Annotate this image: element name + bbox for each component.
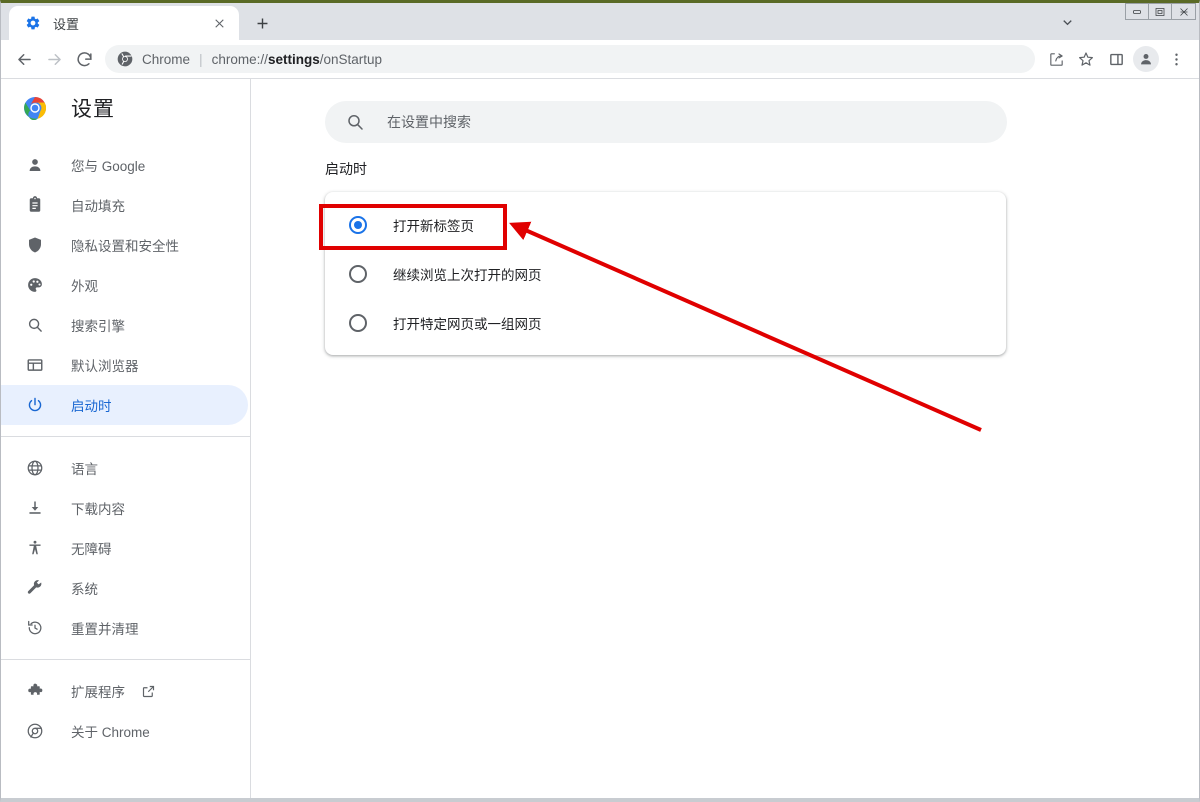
sidebar-item-label: 无障碍 — [71, 538, 112, 558]
sidebar-item-extensions[interactable]: 扩展程序 — [1, 671, 250, 711]
share-icon[interactable] — [1041, 44, 1071, 74]
minimize-icon[interactable] — [1126, 4, 1149, 19]
sidebar-item-label: 外观 — [71, 275, 98, 295]
three-dot-menu-icon[interactable] — [1161, 44, 1191, 74]
sidebar-item-privacy-security[interactable]: 隐私设置和安全性 — [1, 225, 250, 265]
forward-arrow-icon[interactable] — [39, 44, 69, 74]
browser-window: 设置 — [0, 0, 1200, 802]
settings-page: 设置 您与 Google — [1, 79, 1199, 798]
chrome-icon — [117, 51, 133, 67]
clipboard-icon — [25, 195, 45, 215]
profile-avatar-icon[interactable] — [1133, 46, 1159, 72]
sidebar-item-label: 您与 Google — [71, 155, 145, 175]
sidebar-divider-2 — [1, 659, 250, 660]
side-panel-icon[interactable] — [1101, 44, 1131, 74]
annotation-arrow-svg — [251, 79, 1199, 798]
startup-options-card: 打开新标签页 继续浏览上次打开的网页 打开特定网页或一组网页 — [325, 192, 1006, 355]
url-path: /onStartup — [320, 52, 382, 67]
sidebar-item-label: 重置并清理 — [71, 618, 139, 638]
puzzle-icon — [25, 681, 45, 701]
sidebar-item-on-startup[interactable]: 启动时 — [1, 385, 248, 425]
section-title: 启动时 — [325, 159, 367, 179]
sidebar-nav-group-3: 扩展程序 — [1, 671, 250, 751]
sidebar-item-label: 下载内容 — [71, 498, 125, 518]
sidebar-item-accessibility[interactable]: 无障碍 — [1, 528, 250, 568]
sidebar-item-label: 关于 Chrome — [71, 721, 150, 741]
browser-window-icon — [25, 355, 45, 375]
startup-option-specific-pages[interactable]: 打开特定网页或一组网页 — [325, 298, 1006, 347]
star-icon[interactable] — [1071, 44, 1101, 74]
globe-icon — [25, 458, 45, 478]
close-icon[interactable] — [1172, 4, 1195, 19]
settings-brand: 设置 — [1, 79, 250, 137]
sidebar-divider-1 — [1, 436, 250, 437]
radio-label: 继续浏览上次打开的网页 — [393, 264, 542, 284]
sidebar-item-downloads[interactable]: 下载内容 — [1, 488, 250, 528]
search-icon — [25, 315, 45, 335]
page-title: 设置 — [71, 93, 115, 123]
wrench-icon — [25, 578, 45, 598]
sidebar-item-languages[interactable]: 语言 — [1, 448, 250, 488]
maximize-icon[interactable] — [1149, 4, 1172, 19]
startup-option-continue[interactable]: 继续浏览上次打开的网页 — [325, 249, 1006, 298]
chrome-outline-icon — [25, 721, 45, 741]
sidebar-nav-group-2: 语言 下载内容 — [1, 448, 250, 648]
sidebar-item-label: 搜索引擎 — [71, 315, 125, 335]
reload-icon[interactable] — [69, 44, 99, 74]
omnibox-scheme-label: Chrome — [142, 52, 190, 67]
annotation-overlay — [251, 79, 1199, 798]
url-prefix: chrome:// — [212, 52, 268, 67]
tab-title: 设置 — [53, 14, 209, 33]
power-icon — [25, 395, 45, 415]
sidebar-item-you-and-google[interactable]: 您与 Google — [1, 145, 250, 185]
sidebar-nav-group-1: 您与 Google 自动填充 隐 — [1, 137, 250, 425]
browser-toolbar: Chrome | chrome://settings/onStartup — [1, 40, 1199, 79]
settings-sidebar: 设置 您与 Google — [1, 79, 251, 798]
accessibility-icon — [25, 538, 45, 558]
sidebar-item-default-browser[interactable]: 默认浏览器 — [1, 345, 250, 385]
sidebar-item-label: 扩展程序 — [71, 681, 125, 701]
sidebar-item-search-engine[interactable]: 搜索引擎 — [1, 305, 250, 345]
browser-tab[interactable]: 设置 — [9, 6, 239, 40]
address-bar[interactable]: Chrome | chrome://settings/onStartup — [105, 45, 1035, 73]
sidebar-item-about-chrome[interactable]: 关于 Chrome — [1, 711, 250, 751]
sidebar-item-reset-cleanup[interactable]: 重置并清理 — [1, 608, 250, 648]
radio-button[interactable] — [349, 314, 367, 332]
radio-button[interactable] — [349, 265, 367, 283]
search-placeholder: 在设置中搜索 — [387, 112, 471, 132]
download-icon — [25, 498, 45, 518]
sidebar-item-label: 系统 — [71, 578, 98, 598]
settings-content: 在设置中搜索 启动时 打开新标签页 继续浏览上次打开的网页 打开特定网页或一组网… — [251, 79, 1199, 798]
back-arrow-icon[interactable] — [9, 44, 39, 74]
sidebar-item-label: 启动时 — [71, 395, 112, 415]
sidebar-item-label: 自动填充 — [71, 195, 125, 215]
sidebar-item-system[interactable]: 系统 — [1, 568, 250, 608]
palette-icon — [25, 275, 45, 295]
radio-label: 打开特定网页或一组网页 — [393, 313, 542, 333]
search-icon — [345, 112, 365, 132]
restore-clock-icon — [25, 618, 45, 638]
sidebar-item-label: 语言 — [71, 458, 98, 478]
tab-search-chevron-down-icon[interactable] — [1053, 8, 1081, 36]
url-host: settings — [268, 52, 320, 67]
sidebar-item-label: 默认浏览器 — [71, 355, 139, 375]
window-caption-buttons — [1125, 3, 1196, 20]
search-input[interactable]: 在设置中搜索 — [325, 101, 1007, 143]
tab-strip: 设置 — [1, 3, 1199, 40]
person-icon — [25, 155, 45, 175]
sidebar-item-label: 隐私设置和安全性 — [71, 235, 179, 255]
omnibox-url: chrome://settings/onStartup — [212, 52, 382, 67]
close-icon[interactable] — [209, 13, 229, 33]
chrome-logo-icon — [23, 96, 47, 120]
new-tab-button[interactable] — [247, 8, 277, 38]
external-link-icon — [141, 684, 156, 699]
radio-button[interactable] — [349, 216, 367, 234]
shield-icon — [25, 235, 45, 255]
settings-gear-icon — [25, 15, 41, 31]
sidebar-item-appearance[interactable]: 外观 — [1, 265, 250, 305]
radio-label: 打开新标签页 — [393, 215, 474, 235]
startup-option-new-tab[interactable]: 打开新标签页 — [325, 200, 1006, 249]
sidebar-item-autofill[interactable]: 自动填充 — [1, 185, 250, 225]
omnibox-separator: | — [199, 52, 203, 66]
